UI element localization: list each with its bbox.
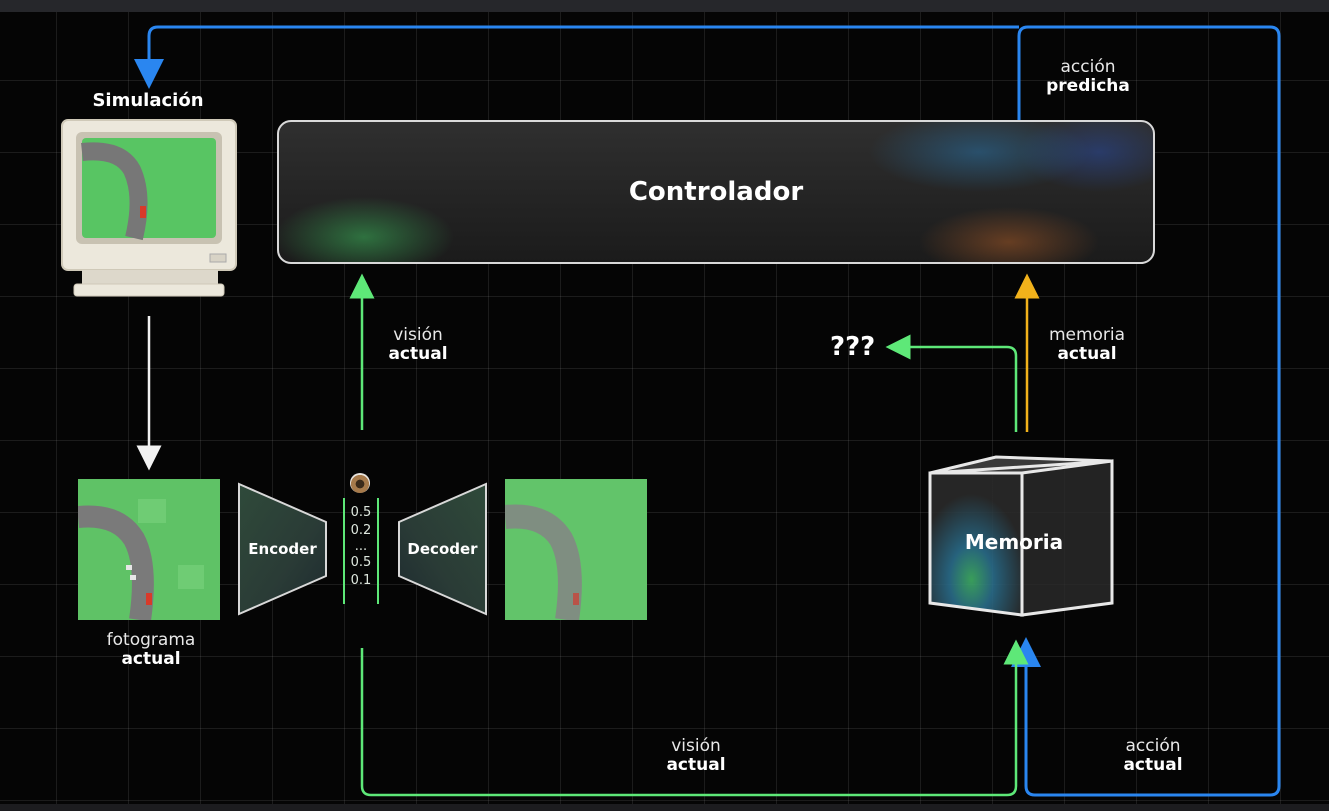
encoder-block: Encoder: [237, 482, 328, 616]
vision-top-label: visión actual: [372, 326, 464, 364]
bottom-bar: [0, 804, 1329, 811]
latent-vector: 0.5 0.2 ... 0.5 0.1: [343, 498, 379, 604]
frame-label: fotograma actual: [92, 631, 210, 669]
controller-box: Controlador: [277, 120, 1155, 264]
memory-current-line2: actual: [1057, 344, 1117, 364]
memory-title: Memoria: [964, 530, 1064, 554]
memory-current-label: memoria actual: [1035, 326, 1139, 364]
race-car-icon: [146, 593, 152, 605]
predicted-action-line2: predicha: [1046, 76, 1130, 96]
vision-bottom-line2: actual: [666, 755, 726, 775]
vision-top-line2: actual: [388, 344, 448, 364]
current-frame-image: [78, 479, 220, 620]
action-current-line2: actual: [1123, 755, 1183, 775]
predicted-action-line1: acción: [1060, 57, 1116, 77]
action-current-label: acción actual: [1105, 737, 1201, 775]
decoder-block: Decoder: [397, 482, 488, 616]
encoder-label: Encoder: [248, 540, 317, 558]
predicted-action-label: acción predicha: [1033, 58, 1143, 96]
decoder-label: Decoder: [407, 540, 478, 558]
simulation-title: Simulación: [92, 90, 204, 111]
to-simulation-wire: [134, 25, 1019, 89]
controller-title: Controlador: [628, 177, 804, 207]
memory-current-line1: memoria: [1048, 325, 1126, 345]
vision-bottom-label: visión actual: [650, 737, 742, 775]
latent-value: ...: [354, 539, 368, 554]
vision-top-line1: visión: [393, 325, 443, 345]
frame-line1: fotograma: [106, 630, 196, 650]
crt-monitor-icon: [60, 118, 238, 300]
frame-line2: actual: [121, 649, 181, 669]
latent-value: 0.2: [350, 523, 372, 538]
vision-bottom-line1: visión: [671, 736, 721, 756]
unknown-output-label: ???: [830, 332, 876, 362]
latent-value: 0.5: [350, 555, 372, 570]
action-current-line1: acción: [1125, 736, 1181, 756]
eye-icon: [350, 473, 370, 493]
reconstructed-frame-image: [505, 479, 647, 620]
memory-prediction-wire: [885, 334, 1018, 432]
latent-value: 0.1: [350, 573, 372, 588]
latent-value: 0.5: [350, 505, 372, 520]
